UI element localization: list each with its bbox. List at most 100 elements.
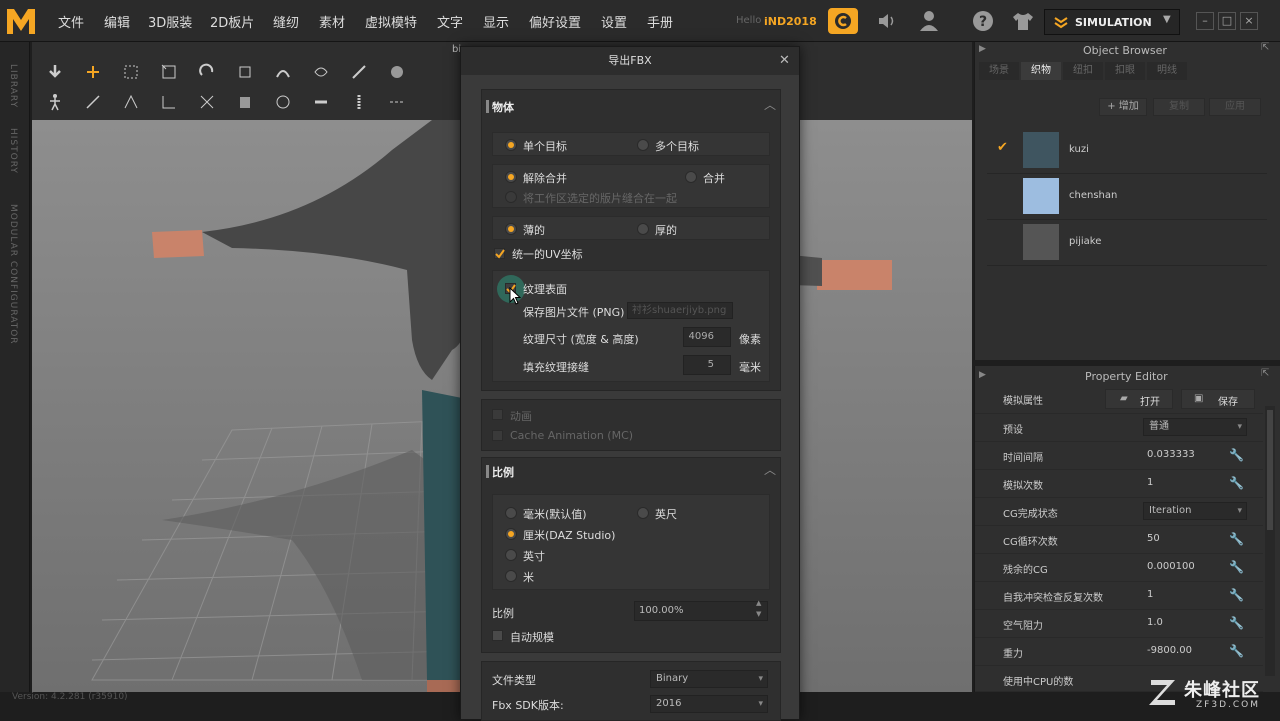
- save-button[interactable]: ▣ 保存: [1181, 389, 1255, 409]
- sewing-tool[interactable]: [80, 90, 106, 114]
- fabric-item-chenshan[interactable]: chenshan: [987, 174, 1267, 220]
- segment-sewing-tool[interactable]: [156, 90, 182, 114]
- save-image-field[interactable]: 衬衫shuaerjiyb.png: [627, 302, 733, 319]
- select-move-tool[interactable]: [80, 60, 106, 84]
- tab-buttons[interactable]: 纽扣: [1063, 62, 1103, 80]
- panel-arrow-icon[interactable]: ▶: [979, 44, 986, 54]
- fold-tool[interactable]: [270, 60, 296, 84]
- scale-value-field[interactable]: 100.00%: [634, 601, 768, 621]
- free-sewing-tool[interactable]: [194, 90, 220, 114]
- spin-down-icon[interactable]: ▼: [756, 610, 761, 618]
- undock-icon[interactable]: ⇱: [1261, 368, 1269, 379]
- help-button[interactable]: ?: [968, 8, 998, 34]
- open-button[interactable]: ▰ 打开: [1105, 389, 1173, 409]
- wrench-icon[interactable]: 🔧: [1229, 476, 1244, 490]
- collapse-chevron-icon[interactable]: ︿: [764, 461, 776, 478]
- menu-settings[interactable]: 设置: [601, 12, 627, 31]
- auto-scale-checkbox[interactable]: [492, 630, 503, 641]
- maximize-button[interactable]: □: [1218, 12, 1236, 30]
- download-tool[interactable]: [42, 60, 68, 84]
- modular-configurator-tab[interactable]: MODULAR CONFIGURATOR: [8, 204, 18, 345]
- buttonhole-tool[interactable]: [308, 90, 334, 114]
- close-window-button[interactable]: ×: [1240, 12, 1258, 30]
- menu-materials[interactable]: 素材: [319, 12, 345, 31]
- menu-2d-pattern[interactable]: 2D板片: [210, 12, 254, 31]
- unified-uv-checkbox[interactable]: [494, 248, 505, 259]
- menu-sewing[interactable]: 缝纫: [273, 12, 299, 31]
- single-target-radio[interactable]: [505, 139, 517, 151]
- username[interactable]: iND2018: [764, 15, 817, 28]
- prop-value[interactable]: 0.000100: [1147, 561, 1195, 572]
- pin-tool[interactable]: [232, 60, 258, 84]
- menu-file[interactable]: 文件: [58, 12, 84, 31]
- rotate-tool[interactable]: [194, 60, 220, 84]
- cache-animation-checkbox[interactable]: [492, 430, 503, 441]
- transform-tool[interactable]: [156, 60, 182, 84]
- thick-radio[interactable]: [637, 223, 649, 235]
- copy-fabric-button[interactable]: 复制: [1153, 98, 1205, 116]
- tab-topstitch[interactable]: 明线: [1147, 62, 1187, 80]
- merge-radio[interactable]: [685, 171, 697, 183]
- scrollbar[interactable]: [1265, 406, 1275, 676]
- cg-state-dropdown[interactable]: Iteration: [1143, 502, 1247, 520]
- avatar-pose-tool[interactable]: [42, 90, 68, 114]
- topstitch-tool[interactable]: [384, 90, 410, 114]
- prop-value[interactable]: 1.0: [1147, 617, 1163, 628]
- prop-value[interactable]: 50: [1147, 533, 1160, 544]
- simulation-dropdown[interactable]: SIMULATION ▼: [1044, 9, 1180, 35]
- wrench-icon[interactable]: 🔧: [1229, 644, 1244, 658]
- spin-up-icon[interactable]: ▲: [756, 599, 761, 607]
- wrench-icon[interactable]: 🔧: [1229, 448, 1244, 462]
- menu-preferences[interactable]: 偏好设置: [529, 12, 581, 31]
- zipper-tool[interactable]: [346, 90, 372, 114]
- unit-in-radio[interactable]: [505, 549, 517, 561]
- add-fabric-button[interactable]: + 增加: [1099, 98, 1147, 116]
- multi-target-radio[interactable]: [637, 139, 649, 151]
- clo-cloud-button[interactable]: [828, 8, 858, 34]
- unit-mm-radio[interactable]: [505, 507, 517, 519]
- menu-text[interactable]: 文字: [437, 12, 463, 31]
- fabric-tool[interactable]: [232, 90, 258, 114]
- wrench-icon[interactable]: 🔧: [1229, 560, 1244, 574]
- line-tool[interactable]: [346, 60, 372, 84]
- file-type-dropdown[interactable]: Binary: [650, 670, 768, 688]
- fabric-item-pijiake[interactable]: pijiake: [987, 220, 1267, 266]
- seam-fill-field[interactable]: 5: [683, 355, 731, 375]
- menu-display[interactable]: 显示: [483, 12, 509, 31]
- panel-arrow-icon[interactable]: ▶: [979, 370, 986, 380]
- tab-buttonholes[interactable]: 扣眼: [1105, 62, 1145, 80]
- merge-selected-radio[interactable]: [505, 191, 517, 203]
- sculpt-tool[interactable]: [384, 60, 410, 84]
- prop-value[interactable]: 1: [1147, 477, 1153, 488]
- prop-value[interactable]: -9800.00: [1147, 645, 1192, 656]
- menu-manual[interactable]: 手册: [647, 12, 673, 31]
- texture-size-field[interactable]: 4096: [683, 327, 731, 347]
- wrench-icon[interactable]: 🔧: [1229, 588, 1244, 602]
- user-button[interactable]: [914, 8, 944, 34]
- preset-dropdown[interactable]: 普通: [1143, 418, 1247, 436]
- tack-tool[interactable]: [308, 60, 334, 84]
- apply-fabric-button[interactable]: 应用: [1209, 98, 1261, 116]
- sdk-version-dropdown[interactable]: 2016: [650, 695, 768, 713]
- menu-3d-garment[interactable]: 3D服装: [148, 12, 192, 31]
- edit-sewing-tool[interactable]: [118, 90, 144, 114]
- history-tab[interactable]: HISTORY: [8, 128, 18, 174]
- tab-fabric[interactable]: 织物: [1021, 62, 1061, 80]
- prop-value[interactable]: 1: [1147, 589, 1153, 600]
- fabric-item-kuzi[interactable]: ✔ kuzi: [987, 128, 1267, 174]
- animation-checkbox[interactable]: [492, 409, 503, 420]
- undock-icon[interactable]: ⇱: [1261, 42, 1269, 53]
- garment-button[interactable]: [1008, 8, 1038, 34]
- wrench-icon[interactable]: 🔧: [1229, 532, 1244, 546]
- unmerge-radio[interactable]: [505, 171, 517, 183]
- scrollbar-thumb[interactable]: [1267, 410, 1273, 530]
- dialog-close-button[interactable]: ✕: [779, 53, 790, 68]
- thin-radio[interactable]: [505, 223, 517, 235]
- wrench-icon[interactable]: 🔧: [1229, 616, 1244, 630]
- button-tool[interactable]: [270, 90, 296, 114]
- minimize-button[interactable]: –: [1196, 12, 1214, 30]
- collapse-chevron-icon[interactable]: ︿: [764, 96, 776, 113]
- menu-edit[interactable]: 编辑: [104, 12, 130, 31]
- sound-button[interactable]: [872, 8, 902, 34]
- select-box-tool[interactable]: [118, 60, 144, 84]
